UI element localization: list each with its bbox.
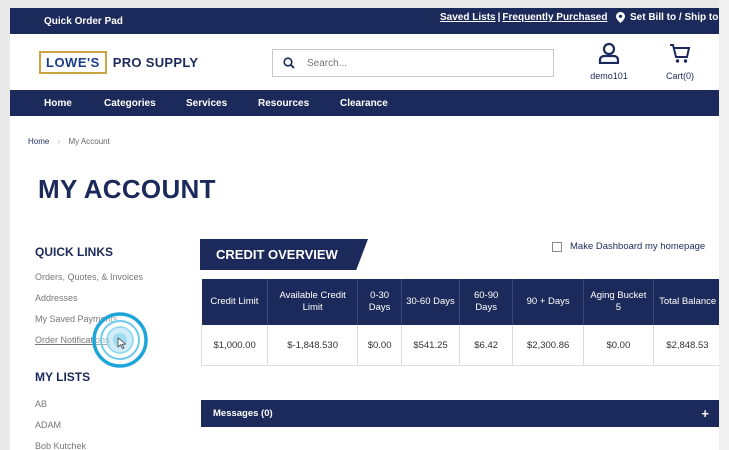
credit-overview-table: Credit Limit Available Credit Limit 0-30… [200, 279, 723, 366]
my-lists-heading: MY LISTS [35, 370, 91, 384]
ship-to-link[interactable]: Set Bill to / Ship to [616, 12, 718, 23]
cart-icon [669, 44, 691, 68]
col-90-plus-days: 90 + Days [512, 279, 584, 325]
breadcrumb: Home › My Account [28, 137, 110, 146]
cart-button[interactable]: Cart(0) [660, 42, 700, 81]
credit-overview-tab: CREDIT OVERVIEW [200, 239, 368, 270]
logo[interactable]: LOWE'S PRO SUPPLY [39, 51, 198, 74]
dashboard-checkbox-label: Make Dashboard my homepage [570, 241, 706, 252]
cart-label: Cart(0) [665, 71, 694, 81]
quick-order-pad-link[interactable]: Quick Order Pad [44, 16, 123, 27]
cell-30-60-days: $541.25 [401, 325, 460, 366]
logo-brand: LOWE'S [39, 51, 107, 74]
quick-link-addresses[interactable]: Addresses [35, 293, 78, 303]
nav-categories[interactable]: Categories [104, 98, 156, 109]
nav-home[interactable]: Home [44, 98, 72, 109]
utility-separator: | [497, 12, 501, 23]
utility-links: Saved Lists | Frequently Purchased [440, 12, 607, 23]
col-aging-bucket-5: Aging Bucket 5 [583, 279, 654, 325]
cell-total-balance: $2,848.53 [653, 325, 723, 366]
cell-available-credit-limit: $-1,848.530 [267, 325, 359, 366]
search-icon[interactable] [283, 57, 295, 69]
username-label: demo101 [590, 71, 628, 81]
col-total-balance: Total Balance [653, 279, 722, 325]
list-item-adam[interactable]: ADAM [35, 420, 61, 430]
cell-0-30-days: $0.00 [357, 325, 403, 366]
pointer-cursor-icon [117, 337, 127, 350]
col-60-90-days: 60-90 Days [459, 279, 514, 325]
ship-to-label: Set Bill to / Ship to [630, 12, 719, 23]
nav-resources[interactable]: Resources [258, 98, 309, 109]
col-credit-limit: Credit Limit [201, 279, 269, 325]
list-item-ab[interactable]: AB [35, 399, 47, 409]
cell-90-plus-days: $2,300.86 [512, 325, 584, 366]
search-input[interactable] [305, 56, 529, 70]
quick-link-saved-payments[interactable]: My Saved Payments [35, 314, 118, 324]
nav-clearance[interactable]: Clearance [340, 98, 388, 109]
frequently-purchased-link[interactable]: Frequently Purchased [502, 12, 607, 23]
dashboard-homepage-toggle[interactable]: Make Dashboard my homepage [552, 241, 705, 252]
page: Quick Order Pad Saved Lists | Frequently P… [10, 8, 729, 450]
nav-services[interactable]: Services [186, 98, 227, 109]
table-row: $1,000.00 $-1,848.530 $0.00 $541.25 $6.4… [200, 325, 723, 366]
breadcrumb-current: My Account [68, 137, 110, 146]
breadcrumb-chevron-icon: › [57, 137, 61, 146]
account-button[interactable]: demo101 [586, 42, 632, 81]
saved-lists-link[interactable]: Saved Lists [440, 12, 496, 23]
user-icon [598, 42, 620, 68]
quick-link-orders[interactable]: Orders, Quotes, & Invoices [35, 272, 143, 282]
col-30-60-days: 30-60 Days [401, 279, 460, 325]
logo-subtitle: PRO SUPPLY [112, 55, 199, 70]
quick-links-heading: QUICK LINKS [35, 245, 113, 259]
expand-plus-icon[interactable]: + [701, 406, 709, 421]
table-header-row: Credit Limit Available Credit Limit 0-30… [201, 279, 722, 325]
location-pin-icon [616, 12, 625, 23]
quick-link-order-notifications[interactable]: Order Notifications [35, 335, 110, 345]
search-bar [272, 49, 554, 77]
breadcrumb-home[interactable]: Home [28, 137, 49, 146]
window-gutter [719, 0, 729, 450]
cell-aging-bucket-5: $0.00 [583, 325, 654, 366]
cell-credit-limit: $1,000.00 [200, 325, 269, 366]
top-utility-bar: Quick Order Pad Saved Lists | Frequently P… [10, 8, 729, 34]
col-0-30-days: 0-30 Days [357, 279, 403, 325]
messages-label: Messages (0) [213, 408, 273, 419]
cell-60-90-days: $6.42 [459, 325, 514, 366]
list-item-bob-kutchek[interactable]: Bob Kutchek [35, 441, 86, 450]
main-nav: Home Categories Services Resources Clear… [10, 90, 729, 116]
col-available-credit-limit: Available Credit Limit [267, 279, 359, 325]
dashboard-checkbox[interactable] [552, 241, 562, 252]
page-title: MY ACCOUNT [38, 174, 216, 204]
site-header: LOWE'S PRO SUPPLY demo101 Cart(0) [10, 34, 729, 90]
messages-accordion[interactable]: Messages (0) + [201, 400, 722, 427]
